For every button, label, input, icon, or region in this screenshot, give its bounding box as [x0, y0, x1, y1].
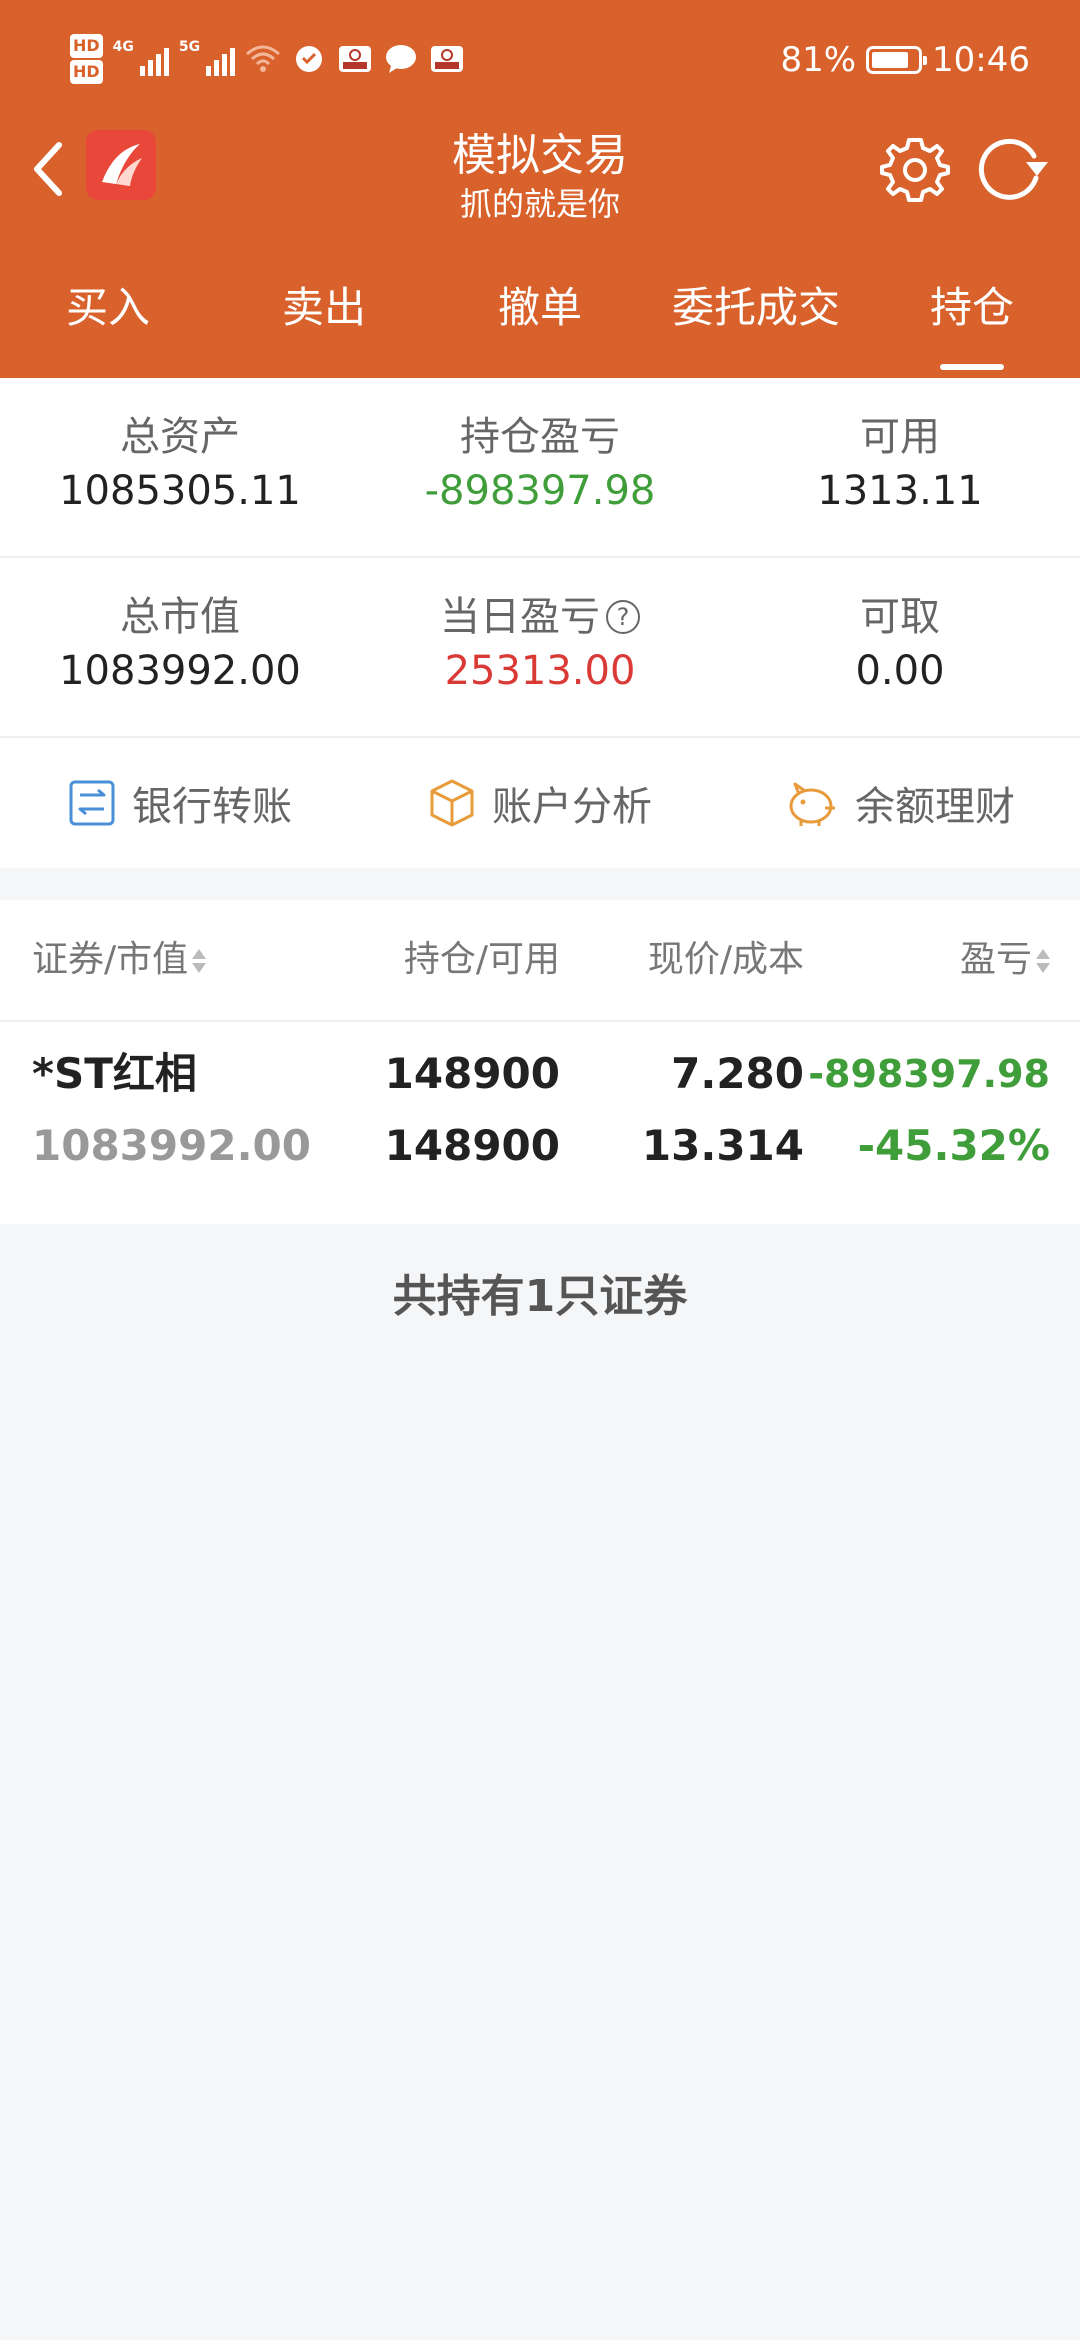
position-qty: 148900 — [384, 1049, 560, 1098]
tab-orders-fills[interactable]: 委托成交 — [648, 268, 864, 378]
signal-icon — [139, 42, 169, 76]
security-market-value: 1083992.00 — [32, 1121, 311, 1170]
position-pnl-cell: 持仓盈亏 -898397.98 — [360, 378, 720, 556]
app-notification-icon — [337, 42, 373, 76]
position-pnl-value: -898397.98 — [424, 468, 656, 514]
status-bar-left: HD HD 4G 5G — [70, 34, 465, 84]
tab-sell[interactable]: 卖出 — [216, 268, 432, 378]
bank-transfer-button[interactable]: 银行转账 — [0, 738, 360, 868]
tab-buy[interactable]: 买入 — [0, 268, 216, 378]
app-logo — [86, 130, 156, 200]
withdrawable-value: 0.00 — [855, 648, 945, 694]
col-position-available: 持仓/可用 — [403, 939, 560, 980]
clock: 10:46 — [932, 40, 1030, 80]
box-icon — [430, 779, 474, 827]
refresh-button[interactable] — [974, 134, 1050, 204]
title-block: 模拟交易 抓的就是你 — [300, 128, 780, 224]
daily-pnl-value: 25313.00 — [444, 648, 636, 694]
summary-row: 总市值 1083992.00 当日盈亏 ? 25313.00 可取 0.00 — [0, 558, 1080, 738]
col-pnl[interactable]: 盈亏 — [960, 900, 1050, 1020]
daily-pnl-label: 当日盈亏 — [440, 594, 600, 640]
page-title: 模拟交易 — [452, 130, 628, 181]
account-analysis-label: 账户分析 — [492, 784, 652, 830]
network-type-2: 5G — [178, 39, 201, 55]
available-cell: 可用 1313.11 — [720, 378, 1080, 556]
account-summary: 总资产 1085305.11 持仓盈亏 -898397.98 可用 1313.1… — [0, 378, 1080, 868]
cost-price: 13.314 — [641, 1121, 804, 1170]
available-value: 1313.11 — [817, 468, 983, 514]
refresh-icon — [978, 138, 1048, 200]
holdings-table: 证券/市值 持仓/可用 现价/成本 盈亏 *ST红相 1083992.00 14… — [0, 900, 1080, 1224]
holdings-header: 证券/市值 持仓/可用 现价/成本 盈亏 — [0, 900, 1080, 1022]
battery-percent: 81% — [780, 40, 857, 80]
col-security-value[interactable]: 证券/市值 — [32, 900, 207, 1020]
hd-badges: HD HD — [70, 33, 103, 85]
daily-pnl-cell: 当日盈亏 ? 25313.00 — [360, 558, 720, 736]
sort-icon — [1036, 945, 1050, 977]
hd2-badge: HD — [70, 60, 103, 84]
piggy-bank-icon — [789, 782, 835, 826]
position-pnl-label: 持仓盈亏 — [460, 414, 620, 460]
status-bar-right: 81% 10:46 — [780, 38, 1030, 82]
back-arrow-icon — [34, 142, 62, 196]
page-subtitle: 抓的就是你 — [459, 185, 620, 223]
bank-transfer-icon — [69, 780, 115, 826]
message-icon — [383, 42, 419, 76]
market-value-cell: 总市值 1083992.00 — [0, 558, 360, 736]
holdings-count: 共持有1只证券 — [392, 1271, 688, 1322]
withdrawable-label: 可取 — [860, 594, 940, 640]
heart-icon — [291, 42, 327, 76]
sort-icon — [192, 945, 207, 977]
bank-transfer-label: 银行转账 — [132, 784, 292, 830]
market-value-label: 总市值 — [120, 594, 240, 640]
settings-icon — [880, 138, 950, 202]
help-icon[interactable]: ? — [606, 600, 640, 634]
total-assets-value: 1085305.11 — [59, 468, 301, 514]
table-row[interactable]: *ST红相 1083992.00 148900 148900 7.280 13.… — [0, 1022, 1080, 1224]
total-assets-cell: 总资产 1085305.11 — [0, 378, 360, 556]
signal-icon — [206, 42, 236, 76]
security-name: *ST红相 — [32, 1049, 197, 1098]
network-type-1: 4G — [112, 39, 134, 55]
battery-icon — [866, 46, 928, 74]
account-analysis-button[interactable]: 账户分析 — [360, 738, 720, 868]
summary-row: 总资产 1085305.11 持仓盈亏 -898397.98 可用 1313.1… — [0, 378, 1080, 558]
settings-button[interactable] — [880, 134, 950, 204]
balance-finance-label: 余额理财 — [855, 784, 1015, 830]
tab-cancel-order[interactable]: 撤单 — [432, 268, 648, 378]
balance-finance-button[interactable]: 余额理财 — [720, 738, 1080, 868]
total-assets-label: 总资产 — [120, 414, 240, 460]
market-value-value: 1083992.00 — [59, 648, 301, 694]
available-label: 可用 — [860, 414, 940, 460]
col-security-value-label: 证券/市值 — [32, 939, 189, 980]
tab-positions[interactable]: 持仓 — [864, 268, 1080, 378]
app-notification-icon — [429, 42, 465, 76]
col-price-cost: 现价/成本 — [647, 939, 804, 980]
quick-actions: 银行转账 账户分析 余额理财 — [0, 738, 1080, 868]
hd1-badge: HD — [70, 34, 103, 58]
pnl-percent: -45.32% — [857, 1121, 1050, 1170]
wifi-icon — [245, 42, 281, 76]
current-price: 7.280 — [671, 1049, 804, 1098]
withdrawable-cell: 可取 0.00 — [720, 558, 1080, 736]
col-pnl-label: 盈亏 — [959, 939, 1032, 980]
available-qty: 148900 — [384, 1121, 560, 1170]
trade-tabs: 买入 卖出 撤单 委托成交 持仓 — [0, 268, 1080, 378]
back-button[interactable] — [22, 138, 72, 200]
app-header: HD HD 4G 5G 81% 10:46 模拟交易 抓的就是你 买入 卖出 撤… — [0, 0, 1080, 378]
pnl-amount: -898397.98 — [808, 1052, 1050, 1096]
